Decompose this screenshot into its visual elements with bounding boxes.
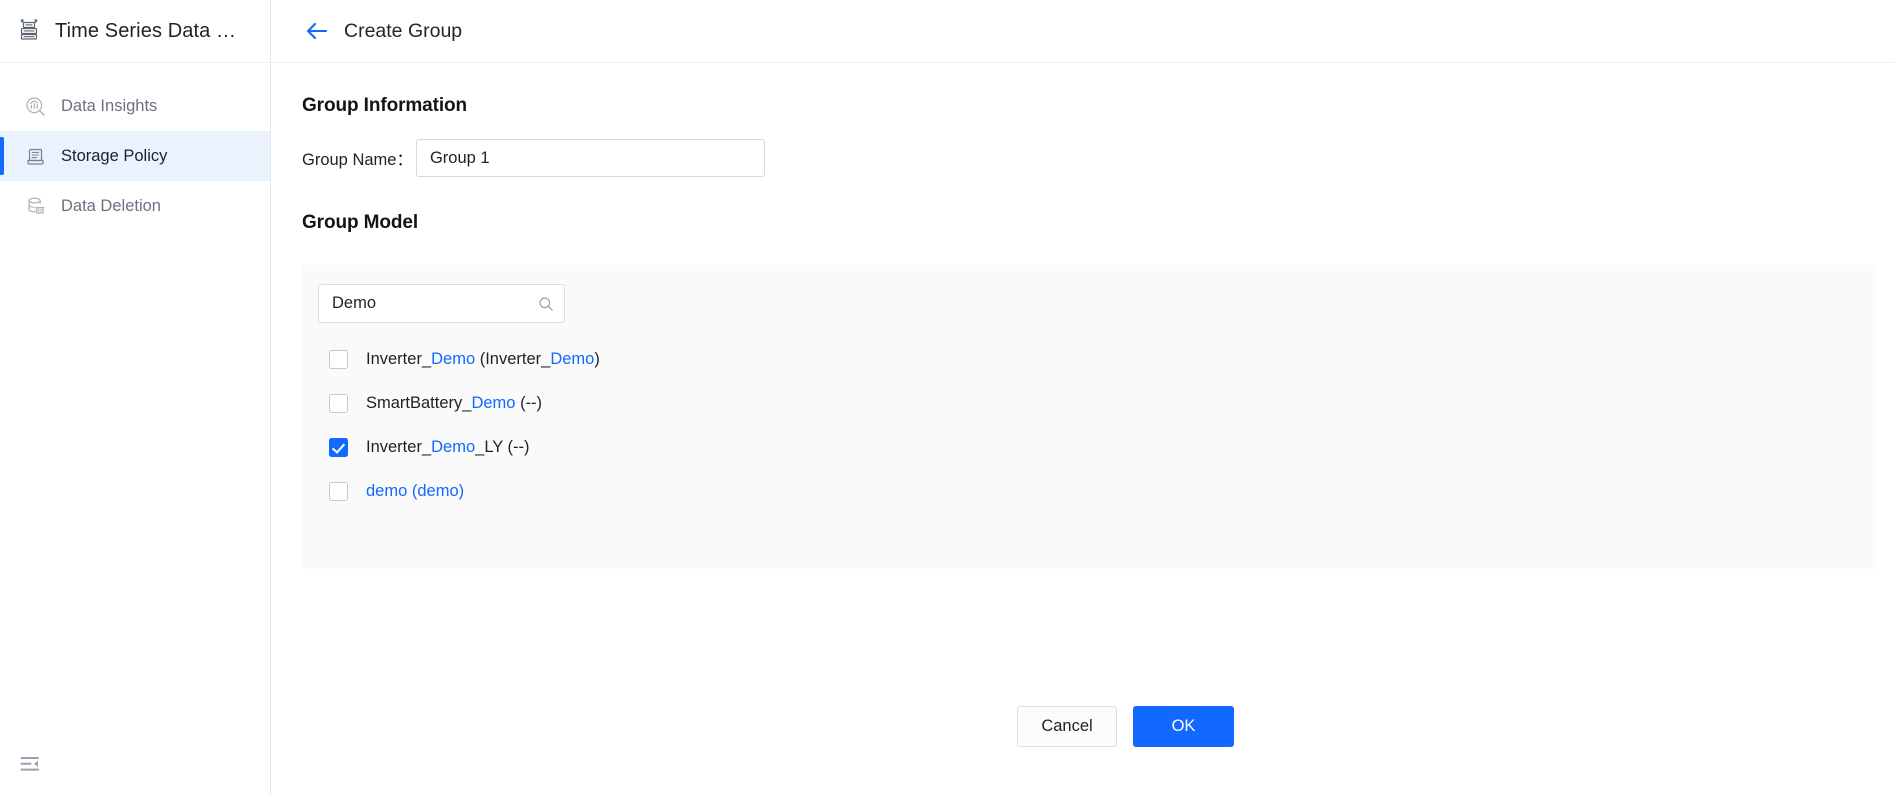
- model-item-label: Inverter_Demo (Inverter_Demo): [366, 349, 600, 368]
- group-name-row: Group Name：: [302, 139, 1894, 177]
- storage-policy-icon: [25, 146, 46, 167]
- group-model-heading: Group Model: [302, 212, 419, 233]
- model-list-item[interactable]: Inverter_Demo (Inverter_Demo): [318, 337, 1876, 381]
- model-search: [318, 284, 565, 323]
- insights-chart-search-icon: [25, 96, 46, 117]
- sidebar-item-label: Data Deletion: [61, 196, 161, 215]
- sidebar-item-label: Data Insights: [61, 96, 158, 115]
- model-item-label: SmartBattery_Demo (--): [366, 393, 543, 412]
- time-series-database-icon: [16, 18, 42, 44]
- app-window: Time Series Data … Data Insights Storage…: [0, 0, 1894, 794]
- page-header: Create Group: [271, 0, 1894, 63]
- sidebar-item-storage-policy[interactable]: Storage Policy: [0, 131, 270, 181]
- menu-collapse-icon[interactable]: [19, 753, 41, 775]
- checkbox-unchecked[interactable]: [329, 481, 348, 501]
- sidebar: Time Series Data … Data Insights Storage…: [0, 0, 271, 794]
- checkbox-checked[interactable]: [329, 437, 348, 457]
- main-content: Create Group Group Information Group Nam…: [271, 0, 1894, 794]
- group-name-label: Group Name：: [302, 151, 413, 169]
- model-item-label: Inverter_Demo_LY (--): [366, 437, 530, 456]
- ok-button[interactable]: OK: [1133, 706, 1234, 747]
- model-list-item[interactable]: SmartBattery_Demo (--): [318, 381, 1876, 425]
- model-list-item[interactable]: Inverter_Demo_LY (--): [318, 425, 1876, 469]
- app-title: Time Series Data …: [55, 19, 237, 42]
- model-item-label: demo (demo): [366, 481, 465, 500]
- footer-actions: Cancel OK: [271, 706, 1894, 747]
- group-information-heading: Group Information: [302, 95, 468, 116]
- database-delete-icon: [25, 196, 46, 217]
- form-content: Group Information Group Name： Group Mode…: [271, 63, 1894, 747]
- model-list-item[interactable]: demo (demo): [318, 469, 1876, 513]
- checkbox-unchecked[interactable]: [329, 349, 348, 369]
- sidebar-item-data-insights[interactable]: Data Insights: [0, 81, 270, 131]
- sidebar-nav: Data Insights Storage Policy Data Deleti…: [0, 63, 270, 231]
- checkbox-unchecked[interactable]: [329, 393, 348, 413]
- sidebar-item-data-deletion[interactable]: Data Deletion: [0, 181, 270, 231]
- search-input[interactable]: [318, 284, 565, 323]
- cancel-button[interactable]: Cancel: [1017, 706, 1117, 747]
- sidebar-item-label: Storage Policy: [61, 146, 168, 165]
- group-model-panel: Inverter_Demo (Inverter_Demo) SmartBatter…: [302, 265, 1876, 569]
- model-checkbox-list: Inverter_Demo (Inverter_Demo) SmartBatter…: [318, 337, 1876, 513]
- arrow-left-icon[interactable]: [304, 18, 330, 44]
- page-title: Create Group: [344, 19, 463, 42]
- sidebar-brand: Time Series Data …: [0, 0, 270, 63]
- group-name-input[interactable]: [415, 139, 765, 177]
